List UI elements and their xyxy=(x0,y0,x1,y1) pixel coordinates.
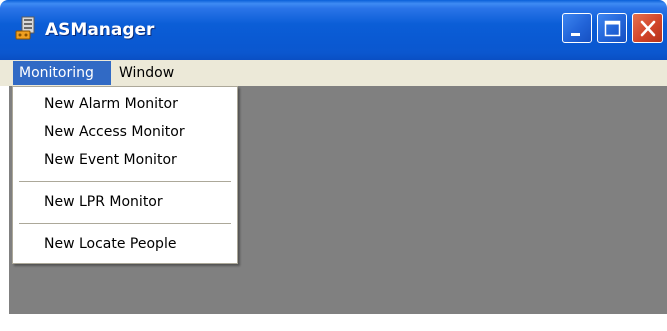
window-bottom-strip xyxy=(9,314,667,331)
menu-bar: Monitoring Window xyxy=(0,60,667,86)
menu-item-new-alarm-monitor[interactable]: New Alarm Monitor xyxy=(15,92,235,116)
title-bar[interactable]: ASManager xyxy=(0,0,667,60)
monitoring-dropdown-menu: New Alarm Monitor New Access Monitor New… xyxy=(12,86,238,264)
window-title: ASManager xyxy=(45,20,155,40)
maximize-icon xyxy=(604,20,621,37)
menu-window[interactable]: Window xyxy=(113,61,179,85)
maximize-button[interactable] xyxy=(597,13,627,43)
menu-item-new-lpr-monitor[interactable]: New LPR Monitor xyxy=(15,190,235,214)
app-window: ASManager Monitoring Window New Alarm Mo… xyxy=(0,0,667,331)
minimize-icon xyxy=(571,33,580,36)
window-left-frame xyxy=(0,86,9,331)
minimize-button[interactable] xyxy=(562,13,592,43)
menu-monitoring[interactable]: Monitoring xyxy=(13,61,111,85)
menu-item-new-access-monitor[interactable]: New Access Monitor xyxy=(15,120,235,144)
server-app-icon[interactable] xyxy=(14,15,40,41)
close-icon xyxy=(640,20,656,37)
menu-separator xyxy=(19,181,231,182)
menu-separator xyxy=(19,223,231,224)
close-button[interactable] xyxy=(632,13,663,43)
menu-item-new-locate-people[interactable]: New Locate People xyxy=(15,232,235,256)
menu-item-new-event-monitor[interactable]: New Event Monitor xyxy=(15,148,235,172)
